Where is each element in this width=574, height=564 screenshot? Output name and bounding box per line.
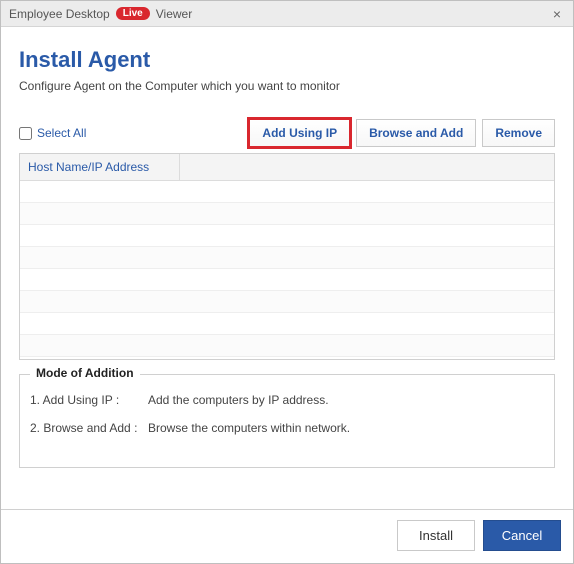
select-all-label: Select All [37, 126, 86, 140]
live-badge: Live [116, 7, 150, 20]
mode-line: 1. Add Using IP :Add the computers by IP… [30, 393, 544, 407]
mode-line-desc: Browse the computers within network. [148, 421, 350, 435]
page-subtitle: Configure Agent on the Computer which yo… [19, 79, 555, 93]
grid-header: Host Name/IP Address [20, 154, 554, 181]
mode-line-label: 2. Browse and Add : [30, 421, 148, 435]
table-row[interactable] [20, 335, 554, 357]
table-row[interactable] [20, 203, 554, 225]
mode-legend: Mode of Addition [30, 366, 140, 380]
mode-line: 2. Browse and Add :Browse the computers … [30, 421, 544, 435]
page-title: Install Agent [19, 47, 555, 73]
title-text: Employee Desktop Live Viewer [9, 7, 192, 21]
cancel-button[interactable]: Cancel [483, 520, 561, 551]
col-hostname-header[interactable]: Host Name/IP Address [20, 154, 180, 180]
title-suffix: Viewer [156, 7, 192, 21]
toolbar: Select All Add Using IP Browse and Add R… [19, 119, 555, 147]
hosts-grid: Host Name/IP Address [19, 153, 555, 360]
table-row[interactable] [20, 291, 554, 313]
browse-and-add-button[interactable]: Browse and Add [356, 119, 476, 147]
mode-of-addition-box: Mode of Addition 1. Add Using IP :Add th… [19, 374, 555, 468]
table-row[interactable] [20, 269, 554, 291]
table-row[interactable] [20, 181, 554, 203]
select-all-checkbox[interactable] [19, 127, 32, 140]
remove-button[interactable]: Remove [482, 119, 555, 147]
titlebar: Employee Desktop Live Viewer × [1, 1, 573, 27]
content: Install Agent Configure Agent on the Com… [1, 27, 573, 509]
close-icon[interactable]: × [549, 5, 565, 23]
title-prefix: Employee Desktop [9, 7, 110, 21]
button-group: Add Using IP Browse and Add Remove [249, 119, 555, 147]
mode-line-desc: Add the computers by IP address. [148, 393, 329, 407]
select-all[interactable]: Select All [19, 126, 86, 140]
dialog-window: Employee Desktop Live Viewer × Install A… [0, 0, 574, 564]
grid-body [20, 181, 554, 359]
mode-line-label: 1. Add Using IP : [30, 393, 148, 407]
install-button[interactable]: Install [397, 520, 475, 551]
table-row[interactable] [20, 247, 554, 269]
table-row[interactable] [20, 225, 554, 247]
table-row[interactable] [20, 313, 554, 335]
footer: Install Cancel [1, 509, 573, 563]
add-using-ip-button[interactable]: Add Using IP [249, 119, 350, 147]
col-rest-header [180, 154, 554, 180]
